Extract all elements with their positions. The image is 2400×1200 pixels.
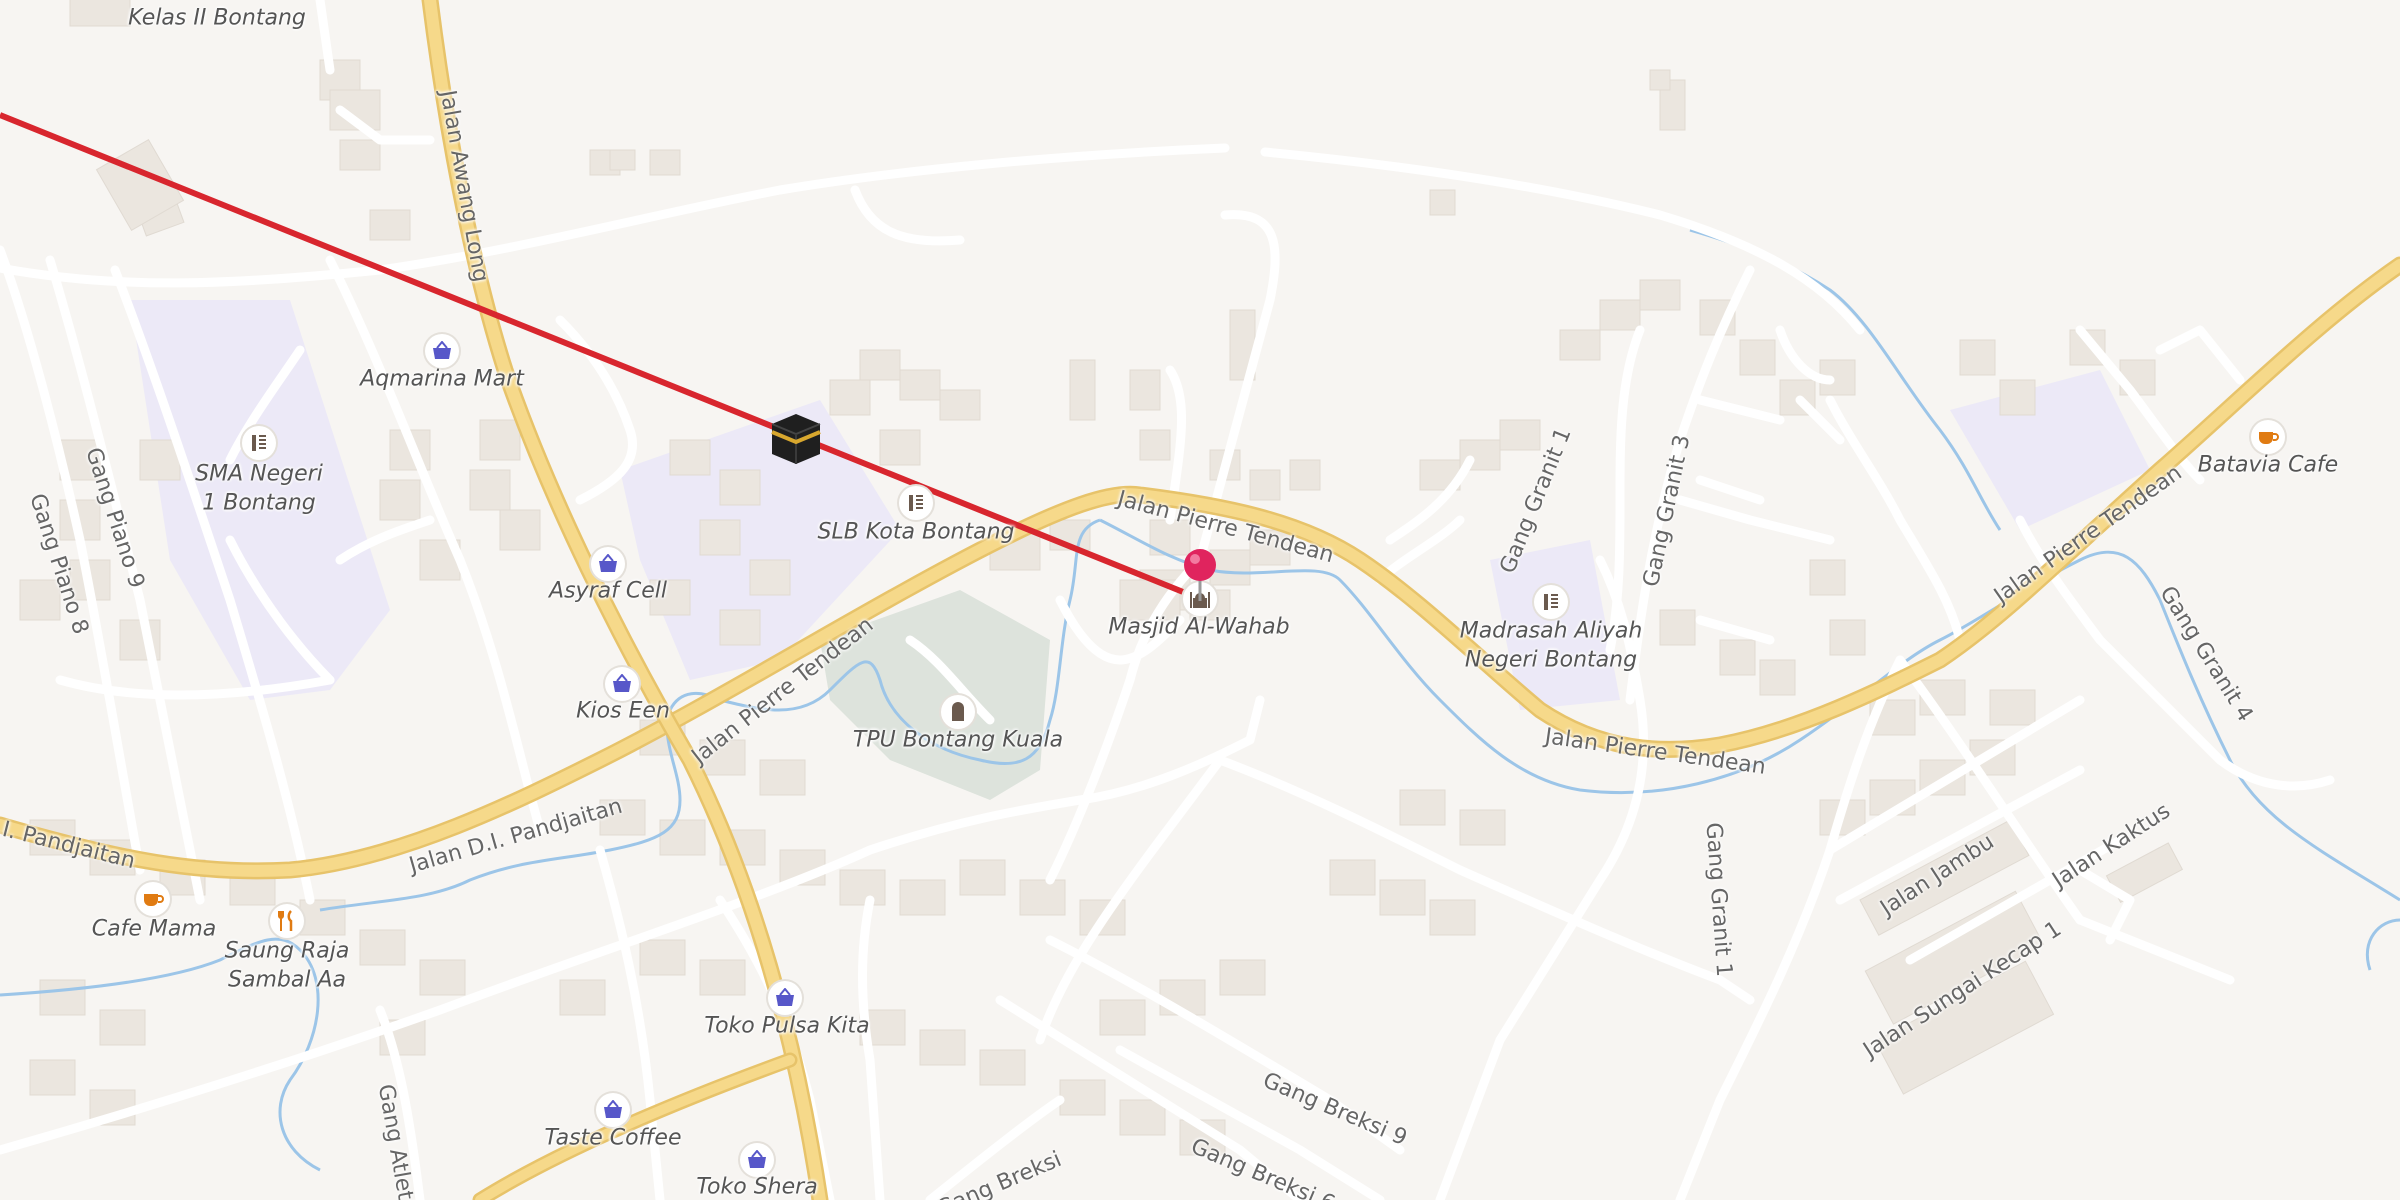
label-tpu-bontang-kuala: TPU Bontang Kuala — [852, 727, 1064, 753]
shopping-basket-icon[interactable] — [605, 667, 639, 701]
label-kelas-ii-bontang: Kelas II Bontang — [128, 5, 306, 31]
map-view[interactable]: Kelas II Bontang Aqmarina Mart SMA Neger… — [0, 0, 2400, 1200]
school-icon[interactable] — [1534, 585, 1568, 619]
cemetery-icon[interactable] — [941, 695, 975, 729]
coffee-cup-icon[interactable] — [136, 882, 170, 916]
shopping-basket-icon[interactable] — [425, 334, 459, 368]
shopping-basket-icon[interactable] — [740, 1143, 774, 1177]
label-sma-negeri-1-bontang: SMA Negeri 1 Bontang — [195, 461, 323, 515]
kaaba-icon[interactable] — [768, 410, 824, 466]
fork-knife-icon[interactable] — [270, 904, 304, 938]
label-toko-shera: Toko Shera — [696, 1174, 818, 1200]
coffee-cup-icon[interactable] — [2251, 420, 2285, 454]
label-madrasah-aliyah: Madrasah Aliyah Negeri Bontang — [1459, 618, 1643, 672]
shopping-basket-icon[interactable] — [596, 1093, 630, 1127]
label-toko-pulsa-kita: Toko Pulsa Kita — [704, 1013, 870, 1039]
school-icon[interactable] — [899, 486, 933, 520]
label-asyraf-cell: Asyraf Cell — [549, 578, 667, 604]
label-saung-raja-sambal-aa: Saung Raja Sambal Aa — [224, 938, 350, 992]
shopping-basket-icon[interactable] — [768, 981, 802, 1015]
label-cafe-mama: Cafe Mama — [91, 916, 217, 942]
label-masjid-al-wahab: Masjid Al-Wahab — [1108, 614, 1290, 640]
label-slb-kota-bontang: SLB Kota Bontang — [817, 519, 1015, 545]
label-kios-een: Kios Een — [576, 698, 670, 724]
label-aqmarina-mart: Aqmarina Mart — [360, 366, 524, 392]
shopping-basket-icon[interactable] — [591, 547, 625, 581]
school-icon[interactable] — [242, 426, 276, 460]
label-taste-coffee: Taste Coffee — [544, 1125, 682, 1151]
location-pin-icon[interactable] — [1182, 547, 1218, 603]
label-batavia-cafe: Batavia Cafe — [2197, 452, 2339, 478]
